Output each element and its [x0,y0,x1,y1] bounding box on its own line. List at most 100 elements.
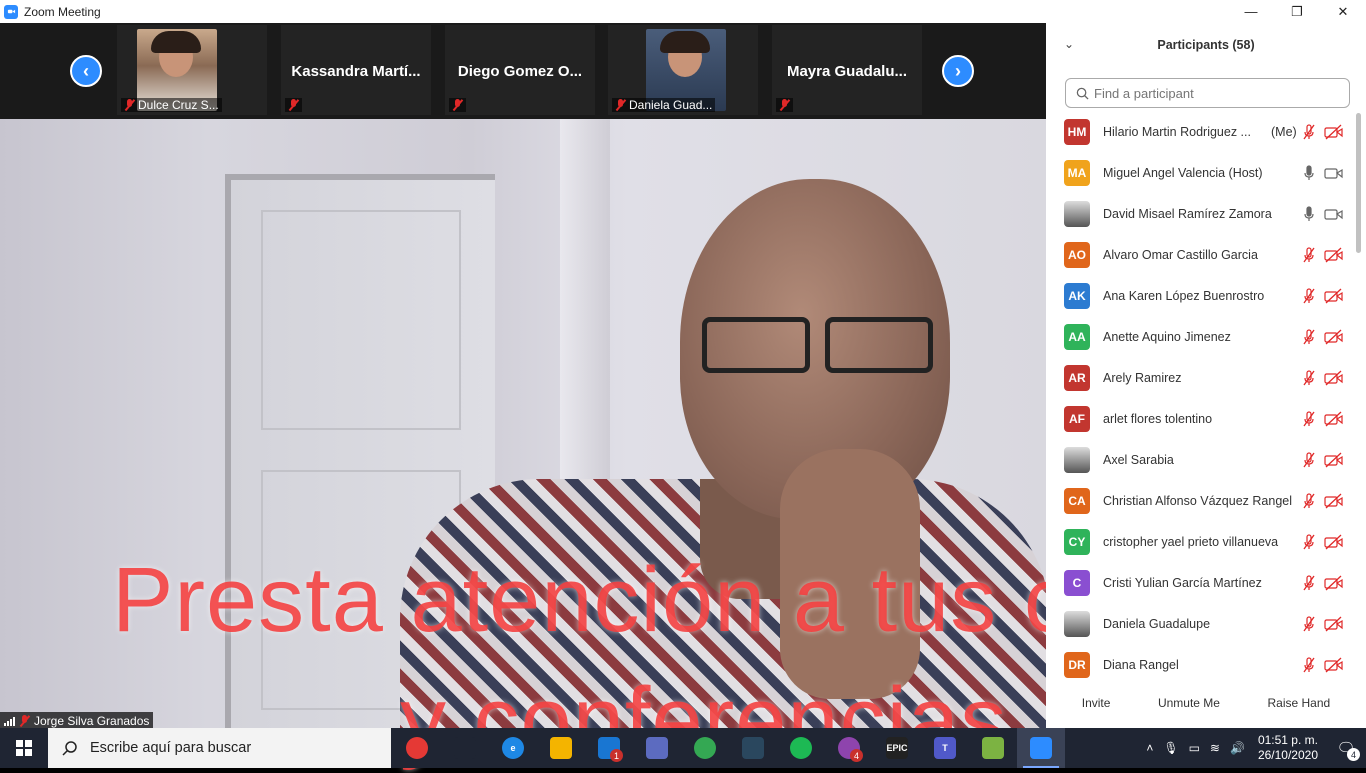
participant-row[interactable]: HM Hilario Martin Rodriguez ... (Me) [1046,111,1354,152]
mic-muted-icon[interactable] [1302,533,1316,550]
search-icon [1076,87,1089,100]
mic-muted-icon[interactable] [1302,369,1316,386]
wifi-icon[interactable]: ≋ [1210,741,1220,755]
android-taskbar-button[interactable] [969,728,1017,768]
app-badge: 4 [850,749,863,762]
clock-date: 26/10/2020 [1257,748,1318,762]
participant-thumbnail[interactable]: Daniela Guad... [608,25,758,115]
speaker-name: Jorge Silva Granados [34,714,150,728]
store-taskbar-button[interactable] [633,728,681,768]
participant-avatar [1064,446,1090,473]
participant-thumbnail[interactable]: Diego Gomez O... [445,25,595,115]
messenger-taskbar-button[interactable]: 4 [825,728,873,768]
participant-search[interactable] [1065,78,1350,108]
task-view-taskbar-button[interactable] [441,728,489,768]
camera-off-icon[interactable] [1324,575,1344,591]
task-view-icon [454,737,476,759]
camera-off-icon[interactable] [1324,124,1344,140]
taskbar-search[interactable]: Escribe aquí para buscar [48,728,391,768]
camera-off-icon[interactable] [1324,411,1344,427]
participants-scrollbar[interactable] [1354,111,1362,683]
next-page-button[interactable]: › [942,55,974,87]
system-clock[interactable]: 01:51 p. m. 26/10/2020 [1258,733,1318,763]
camera-off-icon[interactable] [1324,534,1344,550]
participant-row[interactable]: AA Anette Aquino Jimenez [1046,316,1354,357]
participant-row[interactable]: DR Diana Rangel [1046,644,1354,683]
participant-search-input[interactable] [1094,85,1334,101]
prev-page-button[interactable]: ‹ [70,55,102,87]
camera-off-icon[interactable] [1324,329,1344,345]
notifications-button[interactable]: 🗨 4 [1326,728,1366,768]
mic-muted-icon[interactable] [1302,246,1316,263]
app-badge: 1 [610,749,623,762]
steam-taskbar-button[interactable] [729,728,777,768]
teams-taskbar-button[interactable]: T [921,728,969,768]
mic-muted-icon[interactable] [1302,656,1316,673]
participant-row[interactable]: CA Christian Alfonso Vázquez Rangel [1046,480,1354,521]
camera-off-icon[interactable] [1324,452,1344,468]
volume-icon[interactable]: 🔊 [1230,741,1245,755]
camera-off-icon[interactable] [1324,657,1344,673]
participant-row[interactable]: AF arlet flores tolentino [1046,398,1354,439]
mic-muted-icon[interactable] [1302,410,1316,427]
edge-taskbar-button[interactable]: e [489,728,537,768]
mic-muted-icon[interactable] [1302,287,1316,304]
participant-avatar: MA [1064,159,1090,186]
participant-row[interactable]: C Cristi Yulian García Martínez [1046,562,1354,603]
mic-icon[interactable] [1302,205,1316,222]
camera-off-icon[interactable] [1324,288,1344,304]
zoom-taskbar-button[interactable] [1017,728,1065,768]
participant-row[interactable]: Daniela Guadalupe [1046,603,1354,644]
raise-hand-button[interactable]: Raise Hand [1259,692,1339,714]
epic-games-taskbar-button[interactable]: EPIC [873,728,921,768]
mic-muted-icon[interactable] [1302,123,1316,140]
mic-muted-icon[interactable] [1302,492,1316,509]
file-explorer-taskbar-button[interactable] [537,728,585,768]
camera-off-icon[interactable] [1324,493,1344,509]
unmute-me-button[interactable]: Unmute Me [1149,692,1228,714]
participant-avatar: AF [1064,405,1090,432]
battery-icon[interactable]: ▭ [1189,741,1200,755]
participant-thumbnail[interactable]: Mayra Guadalu... [772,25,922,115]
mail-taskbar-button[interactable]: 1 [585,728,633,768]
cortana-taskbar-button[interactable] [393,728,441,768]
participant-thumbnail[interactable]: Dulce Cruz S... [117,25,267,115]
participant-thumbnail[interactable]: Kassandra Martí... [281,25,431,115]
participant-row[interactable]: Axel Sarabia [1046,439,1354,480]
spotify-taskbar-button[interactable] [777,728,825,768]
mic-muted-icon[interactable] [1302,451,1316,468]
minimize-icon[interactable]: — [1228,0,1274,23]
mic-icon[interactable] [1302,164,1316,181]
mic-muted-icon[interactable] [1302,574,1316,591]
participant-avatar: CA [1064,487,1090,514]
taskbar-apps: e 1 4 EPIC T [393,728,1065,768]
camera-icon[interactable] [1324,206,1344,222]
participants-panel: ⌄ Participants (58) HM Hilario Martin Rod… [1046,23,1366,728]
chrome-taskbar-button[interactable] [681,728,729,768]
participant-row[interactable]: MA Miguel Angel Valencia (Host) [1046,152,1354,193]
invite-button[interactable]: Invite [1073,692,1119,714]
camera-off-icon[interactable] [1324,247,1344,263]
mic-muted-icon[interactable] [1302,615,1316,632]
restore-icon[interactable]: ❐ [1274,0,1320,23]
participant-row[interactable]: AR Arely Ramirez [1046,357,1354,398]
camera-off-icon[interactable] [1324,370,1344,386]
participant-row[interactable]: AK Ana Karen López Buenrostro [1046,275,1354,316]
collapse-chevron-icon[interactable]: ⌄ [1064,37,1074,51]
android-icon [982,737,1004,759]
participant-row[interactable]: CY cristopher yael prieto villanueva [1046,521,1354,562]
chevron-up-icon[interactable]: ˄ [1146,741,1153,755]
participant-row[interactable]: David Misael Ramírez Zamora [1046,193,1354,234]
file-explorer-icon [550,737,572,759]
mic-muted-icon[interactable] [1302,328,1316,345]
participant-row[interactable]: AO Alvaro Omar Castillo Garcia [1046,234,1354,275]
camera-off-icon[interactable] [1324,616,1344,632]
epic-games-icon: EPIC [886,737,908,759]
close-icon[interactable]: ✕ [1320,0,1366,23]
camera-icon[interactable] [1324,165,1344,181]
start-button[interactable] [0,728,48,768]
thumbnail-name: Dulce Cruz S... [138,98,219,112]
microphone-icon[interactable]: 🎙 [1163,741,1178,755]
thumbnail-name: Kassandra Martí... [291,63,421,80]
speaker-hand [780,449,920,699]
